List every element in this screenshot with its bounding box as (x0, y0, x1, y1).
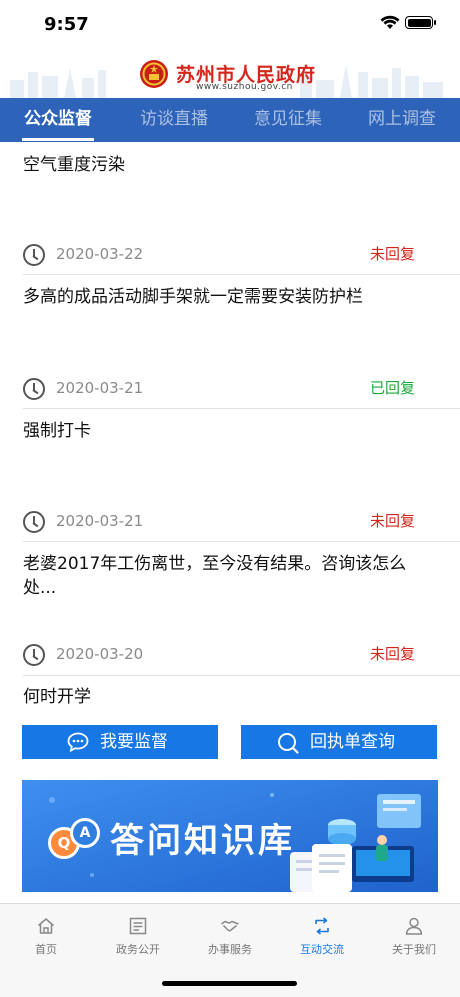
handshake-icon (221, 920, 239, 932)
active-tab-indicator (22, 138, 94, 141)
clock-icon (23, 244, 45, 266)
list-item[interactable]: 老婆2017年工伤离世，至今没有结果。咨询该怎么处... 2020-03-20 … (0, 542, 460, 676)
item-title: 老婆2017年工伤离世，至今没有结果。咨询该怎么处... (23, 554, 407, 598)
nav-services[interactable]: 办事服务 (184, 904, 276, 964)
list-item[interactable]: 空气重度污染 2020-03-22 未回复 (0, 150, 460, 276)
tab-opinion-collection[interactable]: 意见征集 (244, 98, 332, 142)
status-bar: 9:57 (0, 0, 460, 50)
status-badge: 未回复 (369, 512, 415, 530)
supervise-label: 我要监督 (100, 732, 168, 752)
chat-bubble-icon (67, 732, 89, 752)
item-date: 2020-03-21 (56, 379, 144, 397)
receipt-query-button[interactable]: 回执单查询 (241, 725, 437, 759)
clock-icon (23, 644, 45, 666)
site-url: www.suzhou.gov.cn (196, 82, 293, 92)
document-icon (129, 917, 147, 935)
tab-interview-live[interactable]: 访谈直播 (130, 98, 218, 142)
banner-title: 答问知识库 (110, 821, 295, 861)
nav-home[interactable]: 首页 (0, 904, 92, 964)
list-item[interactable]: 强制打卡 2020-03-21 未回复 (0, 409, 460, 542)
site-header: 苏州市人民政府 www.suzhou.gov.cn (0, 50, 460, 98)
tab-bar: 公众监督 访谈直播 意见征集 网上调查 (0, 98, 460, 142)
item-date: 2020-03-22 (56, 245, 144, 263)
status-badge: 未回复 (369, 645, 415, 663)
nav-about-us[interactable]: 关于我们 (368, 904, 460, 964)
clock-icon (23, 378, 45, 400)
list-item[interactable]: 多高的成品活动脚手架就一定需要安装防护栏 2020-03-21 已回复 (0, 276, 460, 409)
item-date: 2020-03-21 (56, 512, 144, 530)
wifi-icon (380, 15, 400, 29)
tab-public-supervision[interactable]: 公众监督 (14, 98, 102, 142)
nav-government-affairs[interactable]: 政务公开 (92, 904, 184, 964)
national-emblem-icon (140, 60, 168, 88)
answer-badge: A (70, 818, 100, 848)
knowledge-base-banner[interactable]: Q A 答问知识库 (22, 780, 438, 892)
search-icon (278, 733, 299, 754)
home-indicator (162, 981, 297, 986)
tab-online-survey[interactable]: 网上调查 (358, 98, 446, 142)
status-time: 9:57 (44, 14, 89, 35)
status-badge: 未回复 (369, 245, 415, 263)
status-badge: 已回复 (369, 379, 415, 397)
exchange-icon (315, 917, 329, 935)
item-title: 何时开学 (23, 687, 91, 707)
item-title: 多高的成品活动脚手架就一定需要安装防护栏 (23, 287, 363, 307)
person-icon (405, 917, 423, 935)
item-title: 强制打卡 (23, 421, 91, 441)
item-date: 2020-03-20 (56, 645, 144, 663)
home-icon (38, 918, 54, 934)
clock-icon (23, 511, 45, 533)
battery-icon (405, 16, 433, 29)
item-title: 空气重度污染 (23, 155, 125, 175)
nav-interaction[interactable]: 互动交流 (276, 904, 368, 964)
receipt-query-label: 回执单查询 (310, 732, 395, 752)
supervise-button[interactable]: 我要监督 (22, 725, 218, 759)
list-item[interactable]: 何时开学 (0, 676, 460, 716)
